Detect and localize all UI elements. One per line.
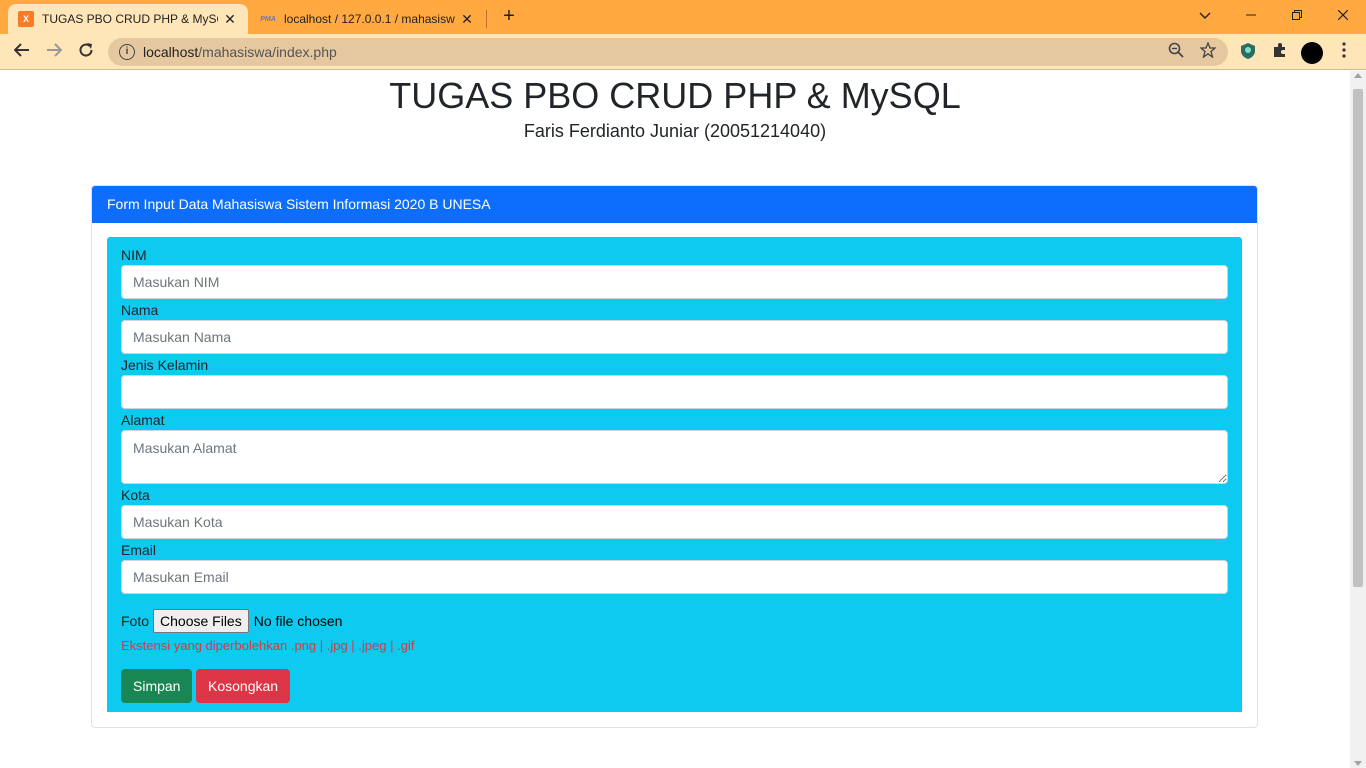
close-tab-icon[interactable]: ✕ xyxy=(222,11,238,28)
tab-title: localhost / 127.0.0.1 / mahasiswa xyxy=(284,12,455,26)
jenis-kelamin-input[interactable] xyxy=(121,375,1228,409)
choose-files-button[interactable]: Choose Files xyxy=(153,609,249,633)
bookmark-star-icon[interactable] xyxy=(1198,41,1218,62)
profile-avatar[interactable] xyxy=(1301,42,1323,64)
phpmyadmin-favicon-icon: PMA xyxy=(260,15,276,23)
zoom-icon[interactable] xyxy=(1166,42,1186,62)
tab-title: TUGAS PBO CRUD PHP & MySQL xyxy=(42,12,218,26)
extension-shield-icon[interactable] xyxy=(1238,42,1258,62)
reload-icon[interactable] xyxy=(74,40,98,64)
foto-row: Foto Choose Files No file chosen xyxy=(121,609,342,633)
tab-phpmyadmin[interactable]: PMA localhost / 127.0.0.1 / mahasiswa ✕ xyxy=(250,4,485,34)
tab-separator xyxy=(486,10,487,28)
email-label: Email xyxy=(121,542,157,558)
tab-crud-app[interactable]: X TUGAS PBO CRUD PHP & MySQL ✕ xyxy=(8,4,248,34)
address-bar[interactable]: i localhost/mahasiswa/index.php xyxy=(108,38,1228,66)
alamat-textarea[interactable] xyxy=(121,430,1228,484)
forward-arrow-icon[interactable] xyxy=(42,40,66,64)
kosongkan-button[interactable]: Kosongkan xyxy=(196,669,290,703)
back-arrow-icon[interactable] xyxy=(10,40,34,64)
restore-icon[interactable] xyxy=(1274,0,1320,30)
url-path: /mahasiswa/index.php xyxy=(198,44,337,60)
page-scrollbar[interactable] xyxy=(1350,71,1366,768)
browser-tab-bar: X TUGAS PBO CRUD PHP & MySQL ✕ PMA local… xyxy=(0,0,1366,34)
form-card: Form Input Data Mahasiswa Sistem Informa… xyxy=(91,185,1258,728)
simpan-button[interactable]: Simpan xyxy=(121,669,192,703)
foto-label: Foto xyxy=(121,613,150,629)
extensions-puzzle-icon[interactable] xyxy=(1270,42,1290,62)
kota-label: Kota xyxy=(121,487,150,503)
file-status: No file chosen xyxy=(253,613,343,629)
menu-kebab-icon[interactable] xyxy=(1334,42,1354,62)
page-content: TUGAS PBO CRUD PHP & MySQL Faris Ferdian… xyxy=(0,71,1350,768)
nama-label: Nama xyxy=(121,302,159,318)
nim-input[interactable] xyxy=(121,265,1228,299)
email-input[interactable] xyxy=(121,560,1228,594)
form-body: NIM Nama Jenis Kelamin Alamat Kota Email… xyxy=(107,237,1242,712)
close-tab-icon[interactable]: ✕ xyxy=(459,11,475,28)
jenis-kelamin-label: Jenis Kelamin xyxy=(121,357,209,373)
site-info-icon[interactable]: i xyxy=(119,44,135,60)
page-subtitle: Faris Ferdianto Juniar (20051214040) xyxy=(523,121,827,141)
nama-input[interactable] xyxy=(121,320,1228,354)
nim-label: NIM xyxy=(121,247,147,263)
scrollbar-thumb[interactable] xyxy=(1353,89,1363,587)
minimize-icon[interactable] xyxy=(1228,0,1274,30)
tab-search-icon[interactable] xyxy=(1182,0,1228,30)
scroll-up-icon[interactable] xyxy=(1354,73,1362,78)
xampp-favicon-icon: X xyxy=(18,11,34,27)
page-title: TUGAS PBO CRUD PHP & MySQL xyxy=(389,75,961,116)
kota-input[interactable] xyxy=(121,505,1228,539)
alamat-label: Alamat xyxy=(121,412,165,428)
browser-toolbar: i localhost/mahasiswa/index.php xyxy=(0,34,1366,70)
scroll-down-icon[interactable] xyxy=(1354,761,1362,766)
card-header: Form Input Data Mahasiswa Sistem Informa… xyxy=(92,186,1257,223)
close-window-icon[interactable] xyxy=(1320,0,1366,30)
url-host: localhost xyxy=(143,44,199,60)
new-tab-button[interactable]: + xyxy=(498,5,520,27)
allowed-extensions-hint: Ekstensi yang diperbolehkan .png | .jpg … xyxy=(121,638,415,653)
